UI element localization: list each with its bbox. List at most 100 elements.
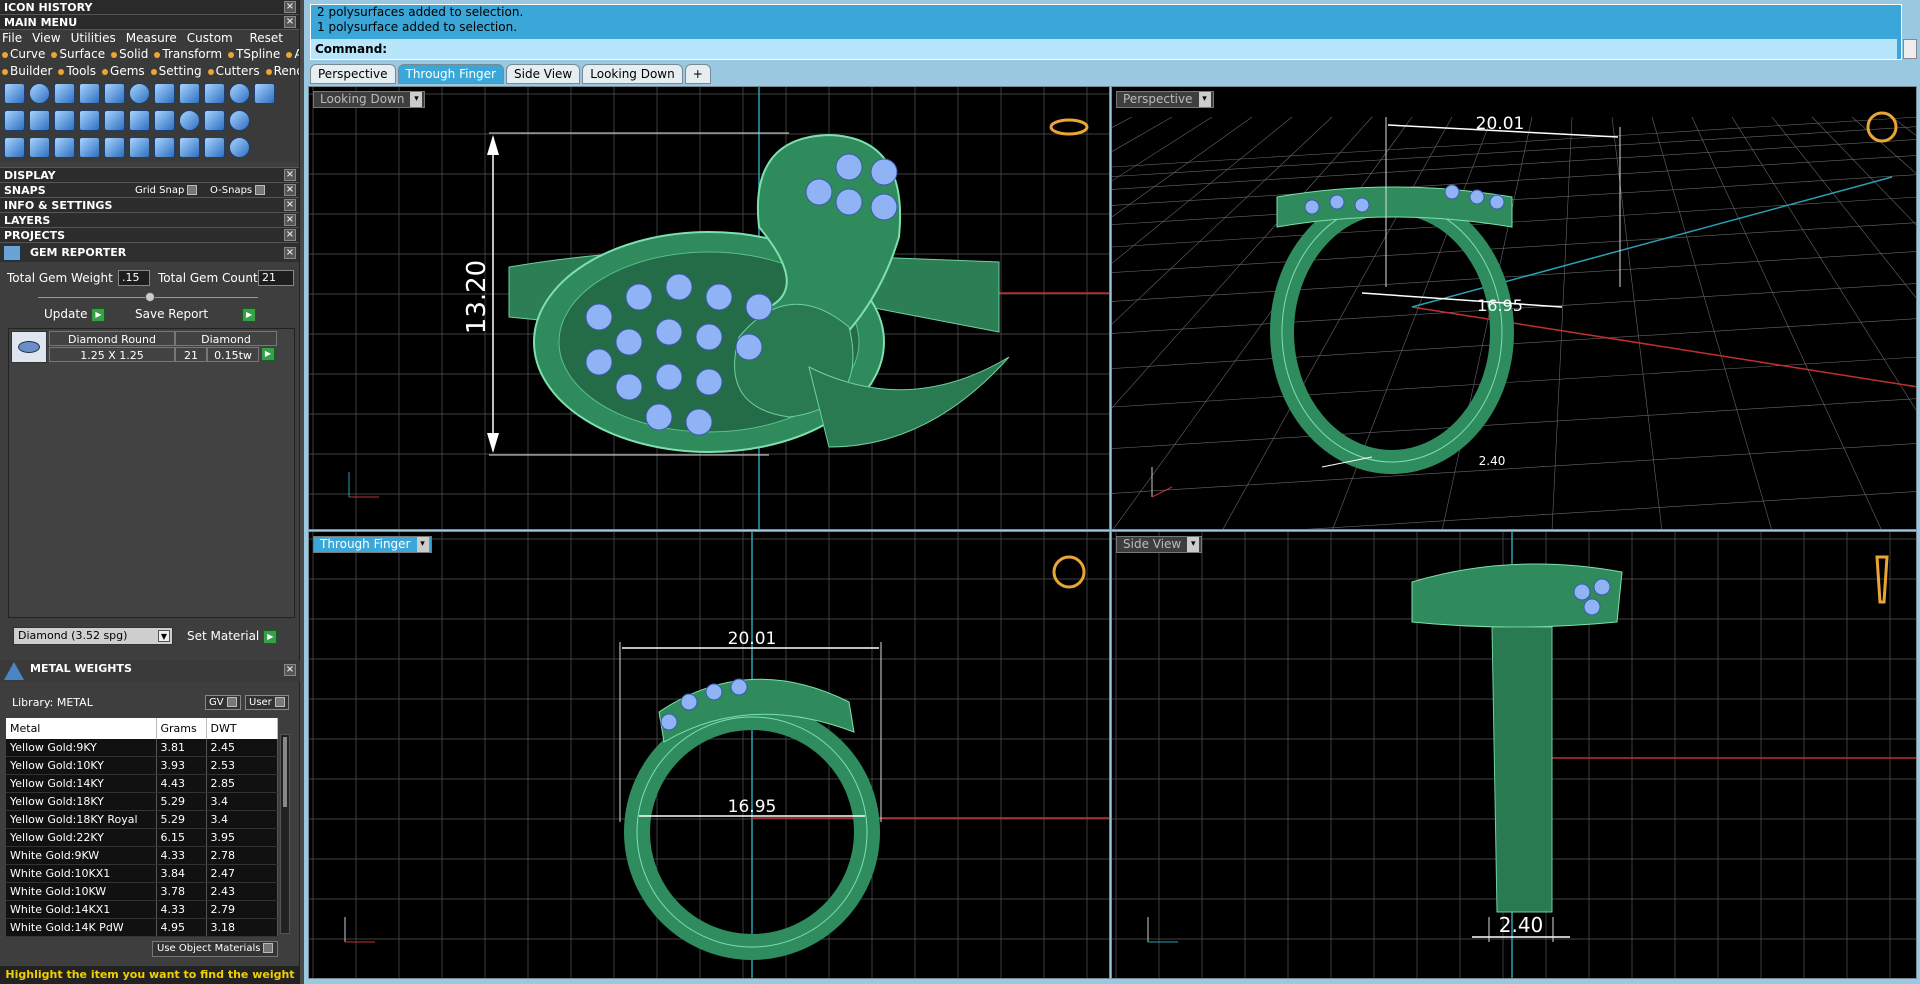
head-tool-icon[interactable] [204, 83, 225, 104]
sun-icon[interactable] [179, 110, 200, 131]
gem-tool-icon[interactable] [4, 83, 25, 104]
close-icon[interactable]: × [284, 199, 296, 211]
tab-cutters[interactable]: Cutters [208, 63, 260, 80]
table-scrollbar[interactable] [280, 734, 290, 934]
tab-transform[interactable]: Transform [154, 46, 222, 63]
tab-gems[interactable]: Gems [102, 63, 145, 80]
col-grams[interactable]: Grams [156, 718, 207, 739]
deform-icon[interactable] [129, 137, 150, 158]
tab-looking-down[interactable]: Looking Down [582, 64, 683, 84]
trim-icon[interactable] [204, 137, 225, 158]
display-section[interactable]: DISPLAY × [0, 167, 299, 182]
grid-snap-checkbox[interactable] [187, 185, 198, 195]
metal-weights-header[interactable]: METAL WEIGHTS × [0, 660, 300, 682]
menu-view[interactable]: View [32, 30, 60, 46]
col-metal[interactable]: Metal [6, 718, 157, 739]
menu-utilities[interactable]: Utilities [71, 30, 116, 46]
prong-tool-icon[interactable] [54, 83, 75, 104]
tab-curve[interactable]: Curve [2, 46, 45, 63]
viewport-label-side-view[interactable]: Side View [1116, 536, 1203, 553]
table-row[interactable]: Yellow Gold:10KY 3.93 2.53 [6, 756, 278, 775]
viewport-side-view[interactable]: 2.40 Side View [1111, 531, 1917, 979]
channel-tool-icon[interactable] [179, 83, 200, 104]
scale-icon[interactable] [104, 137, 125, 158]
table-row[interactable]: Yellow Gold:9KY 3.81 2.45 [6, 739, 278, 757]
menu-measure[interactable]: Measure [126, 30, 177, 46]
halo-tool-icon[interactable] [129, 83, 150, 104]
viewport-label-through-finger[interactable]: Through Finger [313, 536, 432, 553]
close-icon[interactable]: × [284, 169, 296, 181]
close-icon[interactable]: × [284, 1, 296, 13]
table-row[interactable]: Yellow Gold:18KY Royal 5.29 3.4 [6, 810, 278, 829]
tab-tspline[interactable]: TSpline [228, 46, 280, 63]
menu-custom[interactable]: Custom [187, 30, 233, 46]
table-row[interactable]: White Gold:14K PdW 4.95 3.18 [6, 918, 278, 937]
menu-reset[interactable]: Reset [249, 30, 283, 46]
bezel-tool-icon[interactable] [79, 83, 100, 104]
viewport-perspective[interactable]: 20.01 16.95 2.40 Perspective [1111, 86, 1917, 530]
table-row[interactable]: White Gold:9KW 4.33 2.78 [6, 846, 278, 865]
layer-tool-icon[interactable] [79, 110, 100, 131]
gear-icon[interactable] [229, 83, 250, 104]
user-toggle[interactable]: User [245, 695, 289, 710]
array-tool-icon[interactable] [129, 110, 150, 131]
table-row[interactable]: Yellow Gold:14KY 4.43 2.85 [6, 774, 278, 793]
tab-builder[interactable]: Builder [2, 63, 52, 80]
viewport-looking-down[interactable]: 13.20 Looking Down [308, 86, 1110, 530]
col-dwt[interactable]: DWT [206, 718, 278, 739]
gv-toggle[interactable]: GV [205, 695, 241, 710]
close-icon[interactable]: × [284, 184, 296, 196]
arc-icon[interactable] [29, 137, 50, 158]
document-icon[interactable] [104, 110, 125, 131]
mirror-icon[interactable] [179, 137, 200, 158]
settings-icon[interactable] [229, 110, 250, 131]
tab-through-finger[interactable]: Through Finger [397, 64, 504, 84]
tab-perspective[interactable]: Perspective [310, 64, 396, 84]
viewport-through-finger[interactable]: 20.01 16.95 Through Finger [308, 531, 1110, 979]
panel-tool-icon[interactable] [54, 110, 75, 131]
material-select[interactable]: Diamond (3.52 spg) ▼ [13, 627, 173, 645]
boolean-icon[interactable] [154, 137, 175, 158]
tab-tools[interactable]: Tools [58, 63, 96, 80]
table-row[interactable]: Yellow Gold:18KY 5.29 3.4 [6, 792, 278, 811]
viewport-label-perspective[interactable]: Perspective [1116, 91, 1214, 108]
close-icon[interactable]: × [284, 229, 296, 241]
cutter-tool-icon[interactable] [154, 83, 175, 104]
set-material-button[interactable]: Set Material ▶ [187, 628, 278, 645]
o-snaps-checkbox[interactable] [255, 185, 266, 195]
table-row[interactable]: White Gold:10KX1 3.84 2.47 [6, 864, 278, 883]
projects-section[interactable]: PROJECTS × [0, 227, 299, 242]
tab-side-view[interactable]: Side View [506, 64, 581, 84]
table-row[interactable]: White Gold:10KW 3.78 2.43 [6, 882, 278, 901]
command-scrollbar[interactable] [1903, 39, 1917, 59]
update-button[interactable]: Update ▶ [44, 306, 106, 323]
command-input[interactable]: Command: [311, 39, 1897, 59]
close-icon[interactable]: × [284, 664, 296, 676]
tab-render[interactable]: Render [266, 63, 299, 80]
gem-row-play-icon[interactable]: ▶ [261, 347, 275, 361]
circle-icon[interactable] [229, 137, 250, 158]
menu-file[interactable]: File [2, 30, 22, 46]
main-menu-header[interactable]: MAIN MENU × [0, 15, 299, 30]
ring-tool-icon[interactable] [29, 83, 50, 104]
table-row[interactable]: Yellow Gold:22KY 6.15 3.95 [6, 828, 278, 847]
icon-history-header[interactable]: ICON HISTORY × [0, 0, 299, 15]
close-icon[interactable]: × [284, 16, 296, 28]
gem-reporter-header[interactable]: GEM REPORTER × [0, 242, 299, 262]
viewport-label-looking-down[interactable]: Looking Down [313, 91, 426, 108]
split-view-icon[interactable] [254, 83, 275, 104]
surface-tool-icon[interactable] [4, 110, 25, 131]
curve-tool-icon[interactable] [54, 137, 75, 158]
gem-slider[interactable] [0, 290, 299, 304]
use-object-materials-toggle[interactable]: Use Object Materials [152, 941, 279, 957]
view-cube-icon[interactable] [1875, 555, 1889, 604]
add-tab-button[interactable]: + [684, 64, 711, 84]
flow-tool-icon[interactable] [154, 110, 175, 131]
move-icon[interactable] [79, 137, 100, 158]
snaps-section[interactable]: SNAPS Grid Snap O-Snaps × [0, 182, 299, 197]
tab-setting[interactable]: Setting [151, 63, 202, 80]
tab-solid[interactable]: Solid [111, 46, 148, 63]
close-icon[interactable]: × [284, 247, 296, 259]
object-tool-icon[interactable] [4, 137, 25, 158]
close-icon[interactable]: × [284, 214, 296, 226]
